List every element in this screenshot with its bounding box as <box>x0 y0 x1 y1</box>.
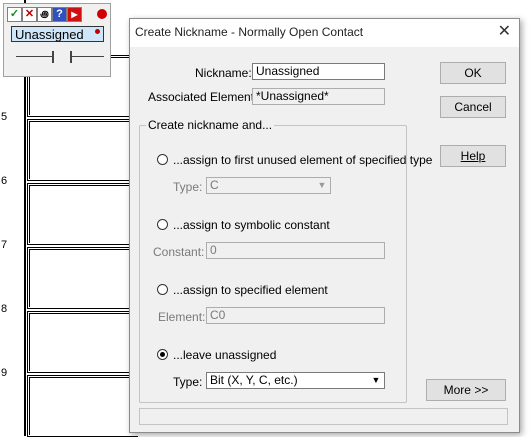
nickname-input[interactable]: Unassigned <box>252 63 385 80</box>
radio-first-unused[interactable] <box>157 154 168 165</box>
ok-button[interactable]: OK <box>440 62 506 84</box>
cancel-label: Cancel <box>454 100 492 114</box>
constant-value: 0 <box>210 243 217 257</box>
no-contact-icon <box>16 51 104 63</box>
nickname-label: Nickname: <box>195 66 252 80</box>
rung-7[interactable] <box>27 183 138 245</box>
dialog-title: Create Nickname - Normally Open Contact <box>135 25 364 39</box>
option-leave-unassigned-label[interactable]: ...leave unassigned <box>173 348 276 362</box>
rung-number: 5 <box>1 111 8 123</box>
rung-number: 8 <box>1 303 8 315</box>
radio-selected-dot <box>160 352 165 357</box>
associated-element-field: *Unassigned* <box>252 88 385 105</box>
contact-marker-icon <box>95 29 100 34</box>
type-value: C <box>210 178 219 192</box>
status-dot-icon <box>97 9 107 19</box>
radio-symbolic-constant[interactable] <box>157 219 168 230</box>
play-icon[interactable]: ▶ <box>67 7 82 22</box>
create-nickname-group: Create nickname and... ...assign to firs… <box>139 118 432 403</box>
close-icon[interactable]: ✕ <box>498 23 511 41</box>
create-nickname-dialog: Create Nickname - Normally Open Contact … <box>129 18 520 433</box>
contact-name-box[interactable]: Unassigned <box>11 26 104 42</box>
contact-palette: ✓ ✕ ꩜ ? ▶ Unassigned <box>3 3 111 77</box>
rung-9[interactable] <box>27 311 138 373</box>
rung-8[interactable] <box>27 247 138 309</box>
help-icon[interactable]: ? <box>52 7 67 22</box>
help-button[interactable]: Help <box>440 145 506 167</box>
type-label: Type: <box>173 180 203 194</box>
more-label: More >> <box>443 383 489 397</box>
group-caption: Create nickname and... <box>146 118 275 132</box>
rung-10[interactable] <box>27 375 138 437</box>
unassigned-type-combo[interactable]: Bit (X, Y, C, etc.) ▼ <box>206 372 385 389</box>
chevron-down-icon: ▼ <box>371 375 381 385</box>
element-input[interactable]: C0 <box>206 307 385 324</box>
option-specified-element-label[interactable]: ...assign to specified element <box>173 283 328 297</box>
associated-element-value: *Unassigned* <box>256 89 329 103</box>
cancel-button[interactable]: Cancel <box>440 96 506 118</box>
radio-specified-element[interactable] <box>157 284 168 295</box>
check-icon[interactable]: ✓ <box>7 7 22 22</box>
element-label: Element: <box>158 310 206 324</box>
unassigned-type-value: Bit (X, Y, C, etc.) <box>210 373 298 387</box>
option-symbolic-constant-label[interactable]: ...assign to symbolic constant <box>173 218 330 232</box>
rung-number: 9 <box>1 367 8 379</box>
associated-element-label: Associated Element: <box>148 90 258 104</box>
rung-6[interactable] <box>27 119 138 181</box>
element-value: C0 <box>210 308 226 322</box>
radio-leave-unassigned[interactable] <box>157 349 168 360</box>
help-label: Help <box>460 149 486 163</box>
more-button[interactable]: More >> <box>426 379 506 401</box>
constant-input[interactable]: 0 <box>206 242 385 259</box>
rung-number: 6 <box>1 175 8 187</box>
option-first-unused-label[interactable]: ...assign to first unused element of spe… <box>173 153 432 167</box>
dialog-titlebar[interactable]: Create Nickname - Normally Open Contact … <box>130 19 519 47</box>
unassigned-type-label: Type: <box>173 375 203 389</box>
chevron-down-icon: ▼ <box>317 180 327 190</box>
constant-label: Constant: <box>153 245 205 259</box>
ok-label: OK <box>464 66 482 80</box>
nickname-value: Unassigned <box>256 64 320 78</box>
x-icon[interactable]: ✕ <box>22 7 37 22</box>
rung-number: 7 <box>1 239 8 251</box>
nickname-icon[interactable]: ꩜ <box>37 7 52 22</box>
type-combo[interactable]: C ▼ <box>206 177 331 194</box>
dialog-status-bar <box>139 408 508 425</box>
contact-name: Unassigned <box>15 27 84 42</box>
